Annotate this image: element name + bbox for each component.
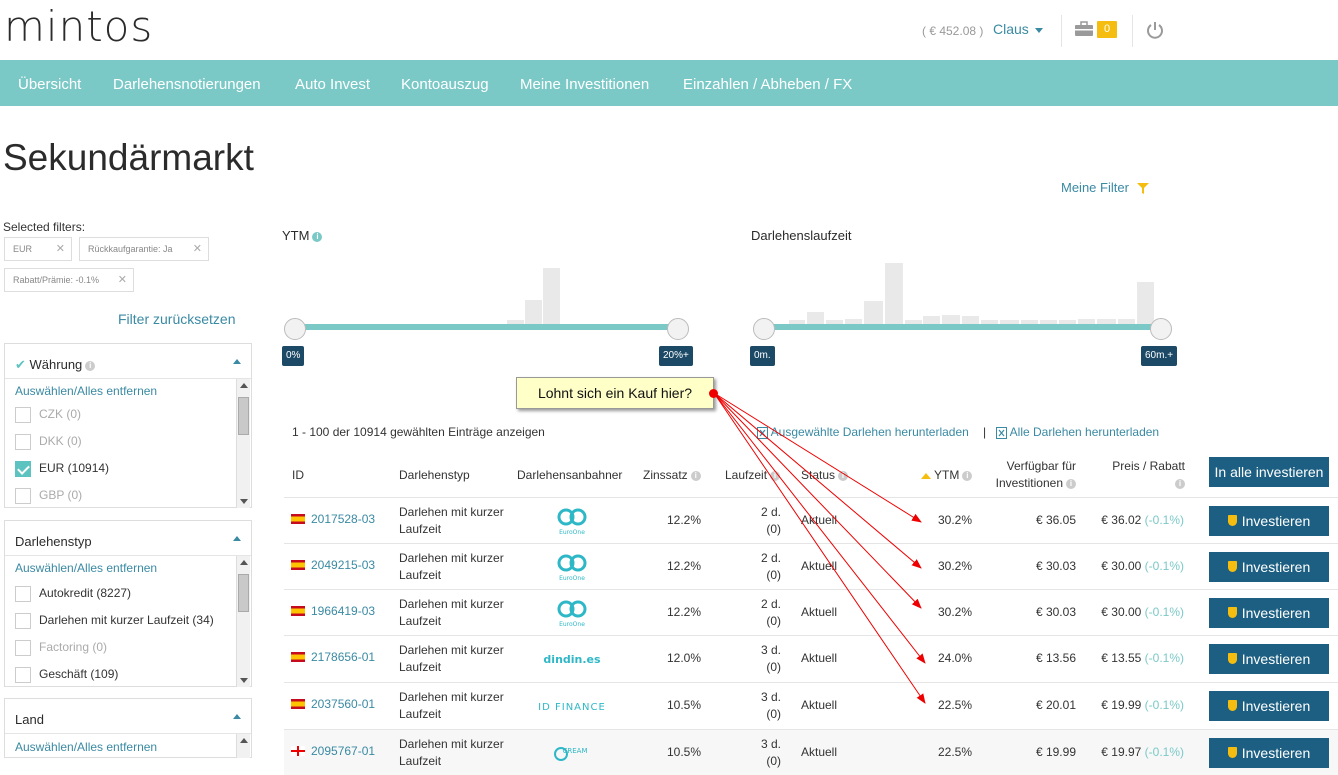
arrow bbox=[713, 392, 922, 609]
arrow bbox=[713, 392, 926, 704]
annotation-callout: Lohnt sich ein Kauf hier? bbox=[516, 377, 718, 409]
arrow bbox=[713, 392, 922, 569]
arrow bbox=[713, 392, 926, 664]
arrow bbox=[713, 392, 922, 523]
